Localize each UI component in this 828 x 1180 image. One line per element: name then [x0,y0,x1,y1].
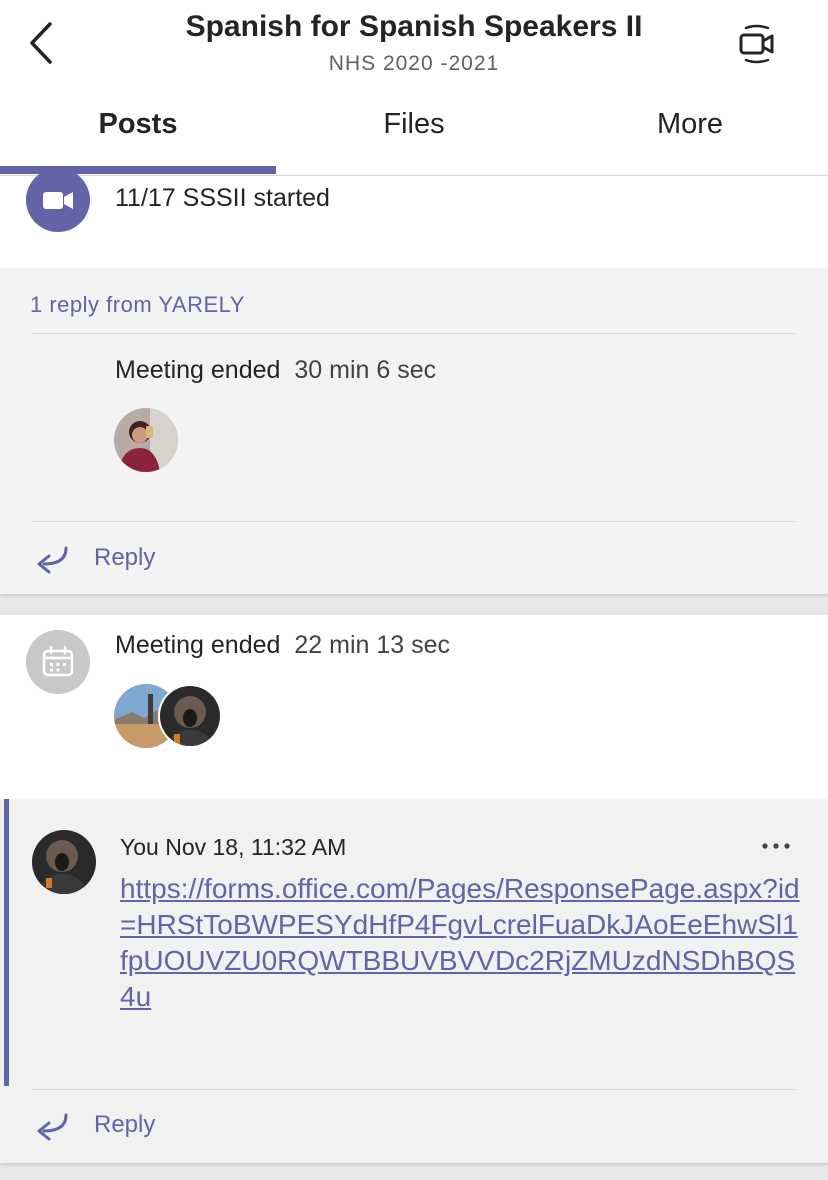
meeting-ended-label: Meeting ended [115,631,281,659]
meet-now-button[interactable] [736,22,780,66]
calendar-icon [26,630,90,694]
tab-posts[interactable]: Posts [0,108,276,141]
reply-arrow-icon [37,1113,68,1141]
thread-replies: 1 reply from YARELY Meeting ended 30 min … [0,268,828,594]
message-link[interactable]: https://forms.office.com/Pages/ResponseP… [120,871,800,1015]
meeting-duration: 30 min 6 sec [294,356,437,384]
participant-avatar[interactable] [158,684,222,748]
meeting-ended-label: Meeting ended [115,356,281,384]
meeting-icon [26,168,90,232]
divider [32,521,796,522]
tab-more[interactable]: More [552,108,828,141]
meeting-duration: 22 min 13 sec [294,631,451,659]
meeting-ended-text: Meeting ended 22 min 13 sec [115,631,450,660]
meeting-post: 11/17 SSSII started [0,168,828,268]
meeting-ended-post: Meeting ended 22 min 13 sec [0,615,828,799]
reply-arrow-icon [37,546,68,574]
reply-label: Reply [94,544,156,571]
participant-avatar[interactable] [114,408,178,472]
message-post: You Nov 18, 11:32 AM https://forms.offic… [0,799,828,1163]
reply-button[interactable]: Reply [0,1103,400,1153]
channel-title: Spanish for Spanish Speakers II [185,10,643,43]
divider [32,333,796,334]
message-author-time: You Nov 18, 11:32 AM [120,834,347,860]
my-avatar[interactable] [32,830,96,894]
video-call-icon [739,24,774,64]
more-horizontal-icon [762,843,790,849]
my-message-accent-bar [4,799,9,1086]
team-name: NHS 2020 -2021 [328,52,500,75]
divider [32,1089,796,1090]
tab-files[interactable]: Files [276,108,552,141]
channel-header: Spanish for Spanish Speakers II NHS 2020… [0,0,828,176]
reply-label: Reply [94,1111,156,1138]
more-options-button[interactable] [758,829,794,859]
reply-count-link[interactable]: 1 reply from YARELY [30,292,245,318]
meeting-started-text: 11/17 SSSII started [115,184,330,212]
meeting-ended-text: Meeting ended 30 min 6 sec [115,356,436,385]
reply-button[interactable]: Reply [0,536,400,586]
